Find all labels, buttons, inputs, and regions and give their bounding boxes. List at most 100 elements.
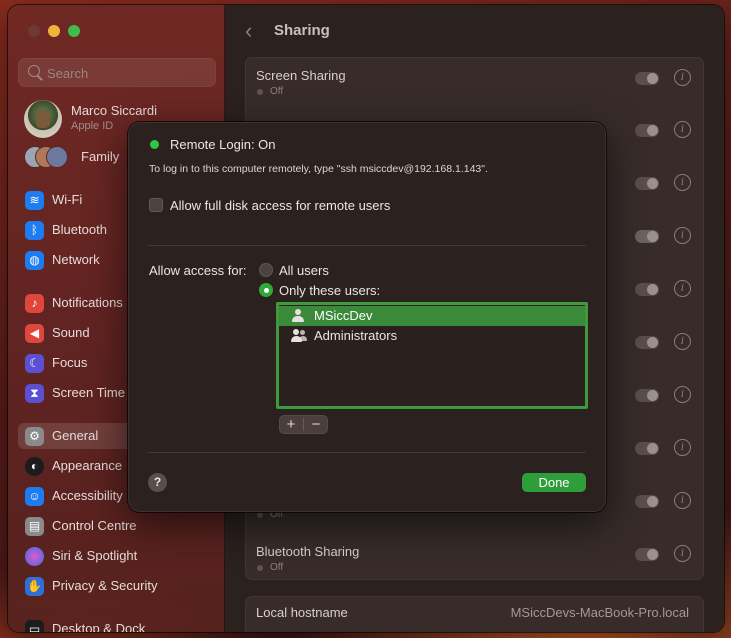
sidebar-item-label: General [52, 428, 99, 443]
sidebar-item-label: Privacy & Security [52, 578, 158, 593]
info-icon[interactable]: i [674, 280, 691, 297]
sidebar-item-label: Network [52, 252, 100, 267]
sidebar-item-label: Screen Time [52, 385, 125, 400]
done-button[interactable]: Done [522, 473, 586, 492]
sidebar-item-label: Bluetooth [52, 222, 107, 237]
info-icon[interactable]: i [674, 545, 691, 562]
status-dot [257, 565, 263, 571]
back-chevron-icon[interactable]: ‹ [245, 19, 252, 43]
service-toggle[interactable] [635, 442, 659, 455]
info-icon[interactable]: i [674, 174, 691, 191]
sidebar-item-control-centre[interactable]: ▤ Control Centre [18, 513, 214, 539]
remove-user-button[interactable]: − [304, 415, 328, 434]
status-dot [257, 512, 263, 518]
close-window-button[interactable] [28, 25, 40, 37]
moon-icon: ☾ [25, 354, 44, 373]
minimize-window-button[interactable] [48, 25, 60, 37]
row-title: Screen Sharing [256, 68, 346, 83]
speaker-icon: ◀ [25, 324, 44, 343]
info-icon[interactable]: i [674, 227, 691, 244]
info-icon[interactable]: i [674, 492, 691, 509]
siri-icon [25, 547, 44, 566]
globe-icon: ◍ [25, 251, 44, 270]
service-toggle[interactable] [635, 72, 659, 85]
help-button[interactable]: ? [148, 473, 167, 492]
service-toggle[interactable] [635, 548, 659, 561]
search-icon [28, 65, 40, 77]
appearance-icon: ◐ [25, 457, 44, 476]
sidebar-item-siri-spotlight[interactable]: Siri & Spotlight [18, 543, 214, 569]
sidebar-item-label: Siri & Spotlight [52, 548, 138, 563]
sidebar-item-privacy-security[interactable]: ✋ Privacy & Security [18, 573, 214, 599]
row-title: Bluetooth Sharing [256, 544, 360, 559]
status-dot [257, 89, 263, 95]
sidebar-item-label: Focus [52, 355, 88, 370]
sharing-row-bluetooth-sharing: Bluetooth Sharing Off i [246, 534, 703, 586]
hostname-label: Local hostname [256, 605, 348, 620]
ssh-instructions: To log in to this computer remotely, typ… [149, 163, 488, 175]
accessibility-icon: ☺ [25, 487, 44, 506]
info-icon[interactable]: i [674, 333, 691, 350]
hand-icon: ✋ [25, 577, 44, 596]
service-toggle[interactable] [635, 283, 659, 296]
wifi-icon: ≋ [25, 191, 44, 210]
user-icon [291, 309, 305, 323]
info-icon[interactable]: i [674, 439, 691, 456]
user-name: MSiccDev [314, 308, 373, 323]
divider [148, 452, 586, 453]
sidebar-item-label: Accessibility [52, 488, 123, 503]
group-icon [291, 329, 307, 343]
bell-icon: ♪ [25, 294, 44, 313]
hostname-value: MSiccDevs-MacBook-Pro.local [510, 605, 689, 620]
hourglass-icon: ⧗ [25, 384, 44, 403]
add-user-button[interactable]: + [279, 415, 303, 434]
full-disk-access-label: Allow full disk access for remote users [170, 198, 391, 213]
list-item[interactable]: MSiccDev [279, 306, 585, 326]
remote-login-dialog: Remote Login: On To log in to this compu… [128, 122, 606, 512]
sidebar-item-label: Sound [52, 325, 90, 340]
only-these-users-radio[interactable] [259, 283, 273, 297]
service-toggle[interactable] [635, 389, 659, 402]
bluetooth-icon: ᛒ [25, 221, 44, 240]
sidebar-item-desktop-dock[interactable]: ▭ Desktop & Dock [18, 616, 214, 632]
info-icon[interactable]: i [674, 121, 691, 138]
sidebar-item-label: Notifications [52, 295, 123, 310]
info-icon[interactable]: i [674, 69, 691, 86]
page-title: Sharing [274, 22, 330, 39]
allowed-users-list[interactable]: MSiccDev Administrators [276, 302, 588, 409]
access-label: Allow access for: [149, 263, 247, 278]
dock-icon: ▭ [25, 620, 44, 632]
service-toggle[interactable] [635, 495, 659, 508]
sidebar-item-label: Control Centre [52, 518, 137, 533]
row-status: Off [270, 562, 284, 573]
divider [148, 245, 586, 246]
profile-name: Marco Siccardi [71, 103, 157, 118]
zoom-window-button[interactable] [68, 25, 80, 37]
status-indicator-dot [150, 140, 159, 149]
family-avatar-icon [46, 146, 68, 168]
search-input[interactable] [45, 63, 209, 83]
hostname-card: Local hostname MSiccDevs-MacBook-Pro.loc… [245, 596, 704, 632]
gear-icon: ⚙ [25, 427, 44, 446]
user-name: Administrators [314, 328, 398, 343]
avatar [24, 100, 62, 138]
all-users-label: All users [279, 263, 329, 278]
row-status: Off [270, 86, 284, 97]
all-users-radio[interactable] [259, 263, 273, 277]
service-toggle[interactable] [635, 230, 659, 243]
full-disk-access-checkbox[interactable] [149, 198, 163, 212]
only-these-users-label: Only these users: [279, 283, 381, 298]
list-item[interactable]: Administrators [279, 326, 585, 346]
profile-subtitle: Apple ID [71, 120, 114, 132]
service-toggle[interactable] [635, 124, 659, 137]
add-remove-control: + − [279, 415, 328, 434]
service-toggle[interactable] [635, 336, 659, 349]
search-field[interactable] [18, 58, 216, 87]
family-label: Family [81, 149, 120, 164]
control-centre-icon: ▤ [25, 517, 44, 536]
sidebar-item-label: Appearance [52, 458, 123, 473]
sidebar-item-label: Desktop & Dock [52, 621, 146, 632]
info-icon[interactable]: i [674, 386, 691, 403]
service-toggle[interactable] [635, 177, 659, 190]
sharing-row-screen-sharing: Screen Sharing Off i [246, 58, 703, 110]
